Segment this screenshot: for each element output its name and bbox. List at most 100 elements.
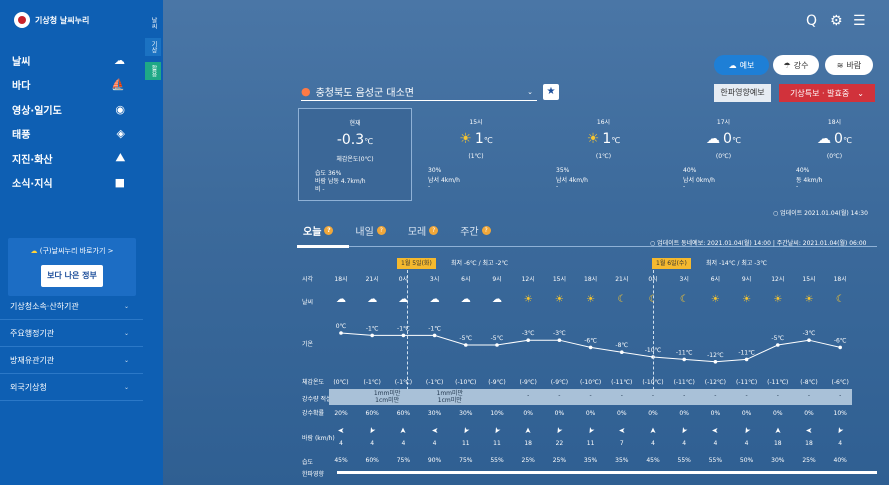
org-link-0[interactable]: 기상청소속·산하기관 ⌄ [0,293,143,320]
tab-1[interactable]: 내일? [355,223,386,238]
coldwave-button[interactable]: 한파영향예보 [714,84,771,102]
mode-wind-button[interactable]: ≋ 바람 [825,55,873,75]
hour-cell: 18시 [334,276,348,283]
temperature-label: -11℃ [676,349,693,356]
sun-icon: ☀ [804,294,814,305]
search-icon[interactable]: Q [806,13,817,29]
wind-cell: 18 [773,440,782,447]
temperature-point [557,338,562,342]
logo[interactable]: 기상청 날씨누리 [14,12,89,28]
moon-icon: ☾ [617,294,627,305]
sun-icon: ☀ [554,294,564,305]
precip-dash: - [714,392,717,399]
temperature-point [838,345,842,350]
temperature-label: -12℃ [707,352,724,359]
feel-cell: (-12℃) [704,379,726,386]
hour-cell: 9시 [741,276,752,283]
sidebar-item-1[interactable]: 바다 ⛵ [0,73,143,98]
hour-cell: 6시 [710,276,721,283]
help-icon: ? [324,226,334,235]
prob-cell: 0% [617,410,627,417]
org-link-3[interactable]: 외국기상청 ⌄ [0,374,143,401]
typhoon-icon: ◈ [116,127,125,141]
sidebar-item-2[interactable]: 영상·일기도 ◉ [0,97,143,122]
favorite-star-button[interactable]: ★ [543,84,559,100]
kma-logo-icon [14,12,30,28]
card-l3: - [796,183,799,190]
forecast-card-4: 18시 ☁ 0℃ (0℃) 40% 동 4km/h - [780,108,889,201]
precip-amount: 1mm미만 1cm미만 [436,390,464,404]
tab-2[interactable]: 모레? [408,223,439,238]
gov-logo: 보다 나은 정부 [41,265,103,287]
sidebar-item-label: 소식·지식 [12,179,53,191]
location-select[interactable]: ● 충청북도 음성군 대소면 ⌄ [301,83,537,101]
old-site-banner[interactable]: ☁ (구)날씨누리 바로가기 > 보다 나은 정부 [8,238,136,296]
menu-icon[interactable]: ☰ [853,13,866,29]
prob-cell: 30% [427,410,442,417]
coldwave-bar [337,471,877,474]
volcano-icon: ⛰ [115,151,125,165]
strip-tab-weather[interactable]: 날씨 [145,14,161,32]
feel-cell: (-1℃) [425,379,444,386]
rain-icon: ☂ [783,60,791,70]
card-feel: (0℃) [715,153,732,160]
hour-cell: 3시 [429,276,440,283]
feel-cell: (-1℃) [363,379,381,386]
temperature-point [744,357,749,362]
gear-icon[interactable]: ⚙ [830,13,843,29]
weather-warning-button[interactable]: 기상특보 · 발효중 ⌄ [779,84,875,102]
strip-tab-use[interactable]: 활용 [145,62,161,80]
humidity-cell: 40% [833,457,847,464]
precip-dash: - [807,392,811,399]
tab-0[interactable]: 오늘? [303,223,334,238]
temperature-label: -1℃ [428,325,441,332]
sidebar-item-0[interactable]: 날씨 ☁ [0,48,143,73]
temperature-label: -11℃ [738,349,755,356]
wind-icon: ≋ [836,60,844,70]
card-time: 15시 [469,119,483,126]
org-link-2[interactable]: 방재유관기관 ⌄ [0,347,143,374]
wind-arrow-icon: ➤ [712,426,719,435]
mode-precip-button[interactable]: ☂ 강수 [773,55,819,75]
sidebar-item-5[interactable]: 소식·지식 ■ [0,171,143,196]
feel-cell: (-8℃) [800,379,818,386]
cloud-icon: ☁ [492,294,502,305]
temperature-label: -5℃ [771,335,784,342]
temperature-point [807,338,811,342]
hour-cell: 3시 [679,276,689,283]
cloud-sun-icon: ☁ [114,53,125,67]
wind-arrow-icon: ➤ [805,426,813,435]
humidity-cell: 55% [708,457,723,464]
tab-3[interactable]: 주간? [460,223,491,238]
humidity-cell: 75% [459,457,473,464]
sun-cloud-icon: ☁ [30,247,38,255]
temperature-label: -3℃ [803,330,816,337]
humidity-cell: 25% [802,457,816,464]
sun-icon: ☀ [586,294,596,305]
forecast-card-2: 16시 ☀ 1℃ (1℃) 35% 남서 4km/h - [540,108,667,201]
sidebar: 기상청 날씨누리 날씨 ☁ 바다 ⛵ 영상·일기도 ◉ 태풍 ◈ 지진·화산 ⛰ 소식·지식 ■ ☁ … [0,0,143,485]
humidity-cell: 45% [646,457,660,464]
sidebar-item-4[interactable]: 지진·화산 ⛰ [0,146,143,171]
temperature-label: -1℃ [366,325,379,332]
temperature-point [526,338,530,342]
forecast-card-3: 17시 ☁ 0℃ (0℃) 40% 남서 0km/h - [667,108,780,201]
temperature-point [682,357,686,362]
card-l1: 30% [428,167,442,174]
temperature-label: -6℃ [834,337,847,344]
prob-cell: 0% [710,410,721,417]
org-link-label: 기상청소속·산하기관 [10,301,79,311]
strip-tab-meteo[interactable]: 기상 [145,38,161,56]
hour-cell: 15시 [552,276,566,283]
cloud-sun-icon: ☁ [336,294,346,305]
precip-dash: - [683,392,686,399]
hour-cell: 6시 [461,276,471,283]
mode-forecast-button[interactable]: ☁ 예보 [714,55,769,75]
sidebar-item-3[interactable]: 태풍 ◈ [0,122,143,147]
cloud-icon: ☁ [706,131,721,147]
humidity-cell: 50% [739,457,754,464]
temperature-point [464,343,468,347]
org-link-1[interactable]: 주요행정기관 ⌄ [0,320,143,347]
tab-label: 주간 [460,227,479,238]
card-temp-unit: ℃ [483,136,493,145]
